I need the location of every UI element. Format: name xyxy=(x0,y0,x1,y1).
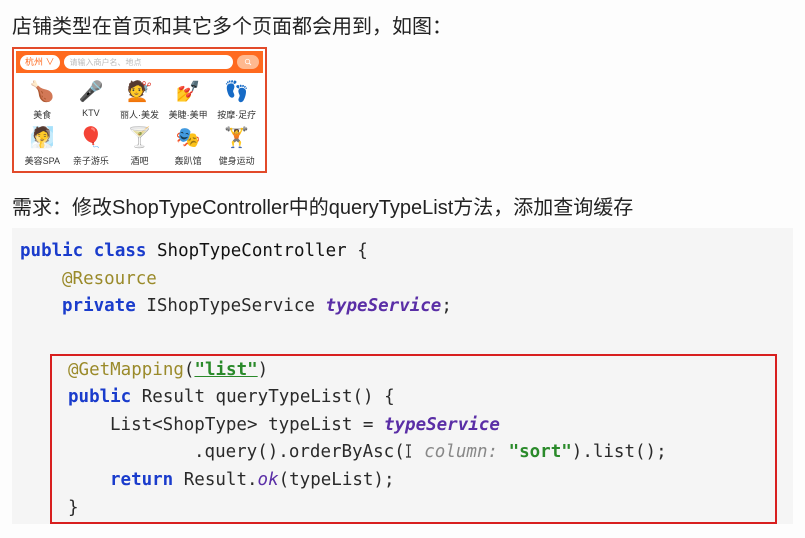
category-label: 亲子游乐 xyxy=(73,154,109,167)
category-label: 健身运动 xyxy=(219,154,255,167)
kids-icon: 🎈 xyxy=(76,123,106,153)
search-button[interactable] xyxy=(237,55,259,69)
intro-paragraph: 店铺类型在首页和其它多个页面都会用到，如图： xyxy=(12,10,793,39)
category-item[interactable]: 🎭轰趴馆 xyxy=(164,123,213,167)
category-item[interactable]: 🏋️健身运动 xyxy=(212,123,261,167)
code-block: public class ShopTypeController { @Resou… xyxy=(12,228,793,524)
massage-icon: 👣 xyxy=(222,77,252,107)
category-label: 美容SPA xyxy=(25,154,60,167)
category-item[interactable]: 🍗美食 xyxy=(18,77,67,121)
category-label: KTV xyxy=(82,108,100,118)
code-content: public class ShopTypeController { @Resou… xyxy=(20,238,785,524)
ktv-icon: 🎤 xyxy=(76,77,106,107)
party-icon: 🎭 xyxy=(173,123,203,153)
category-item[interactable]: 🍸酒吧 xyxy=(115,123,164,167)
category-label: 轰趴馆 xyxy=(175,154,202,167)
highlighted-method: @GetMapping("list") public Result queryT… xyxy=(50,354,777,525)
category-label: 酒吧 xyxy=(130,154,148,167)
app-preview: 杭州 ∨ 请输入商户名、地点 🍗美食 🎤KTV 💇丽人·美发 💅美睫·美甲 👣按… xyxy=(12,47,267,173)
category-item[interactable]: 👣按摩·足疗 xyxy=(212,77,261,121)
app-header: 杭州 ∨ 请输入商户名、地点 xyxy=(16,51,263,73)
hair-icon: 💇 xyxy=(124,77,154,107)
text-cursor-icon xyxy=(404,443,413,459)
category-label: 按摩·足疗 xyxy=(217,108,256,121)
category-item[interactable]: 🎈亲子游乐 xyxy=(67,123,116,167)
bar-icon: 🍸 xyxy=(124,123,154,153)
category-item[interactable]: 🧖美容SPA xyxy=(18,123,67,167)
category-label: 美食 xyxy=(33,108,51,121)
category-item[interactable]: 💅美睫·美甲 xyxy=(164,77,213,121)
category-item[interactable]: 💇丽人·美发 xyxy=(115,77,164,121)
city-selector[interactable]: 杭州 ∨ xyxy=(20,55,60,70)
category-grid: 🍗美食 🎤KTV 💇丽人·美发 💅美睫·美甲 👣按摩·足疗 🧖美容SPA 🎈亲子… xyxy=(16,73,263,169)
food-icon: 🍗 xyxy=(27,77,57,107)
gym-icon: 🏋️ xyxy=(222,123,252,153)
category-label: 丽人·美发 xyxy=(120,108,159,121)
category-item[interactable]: 🎤KTV xyxy=(67,77,116,121)
search-placeholder: 请输入商户名、地点 xyxy=(70,57,142,68)
nail-icon: 💅 xyxy=(173,77,203,107)
category-label: 美睫·美甲 xyxy=(169,108,208,121)
requirement-paragraph: 需求：修改ShopTypeController中的queryTypeList方法… xyxy=(12,191,793,220)
spa-icon: 🧖 xyxy=(27,123,57,153)
search-input[interactable]: 请输入商户名、地点 xyxy=(64,55,233,69)
search-icon xyxy=(244,58,252,66)
